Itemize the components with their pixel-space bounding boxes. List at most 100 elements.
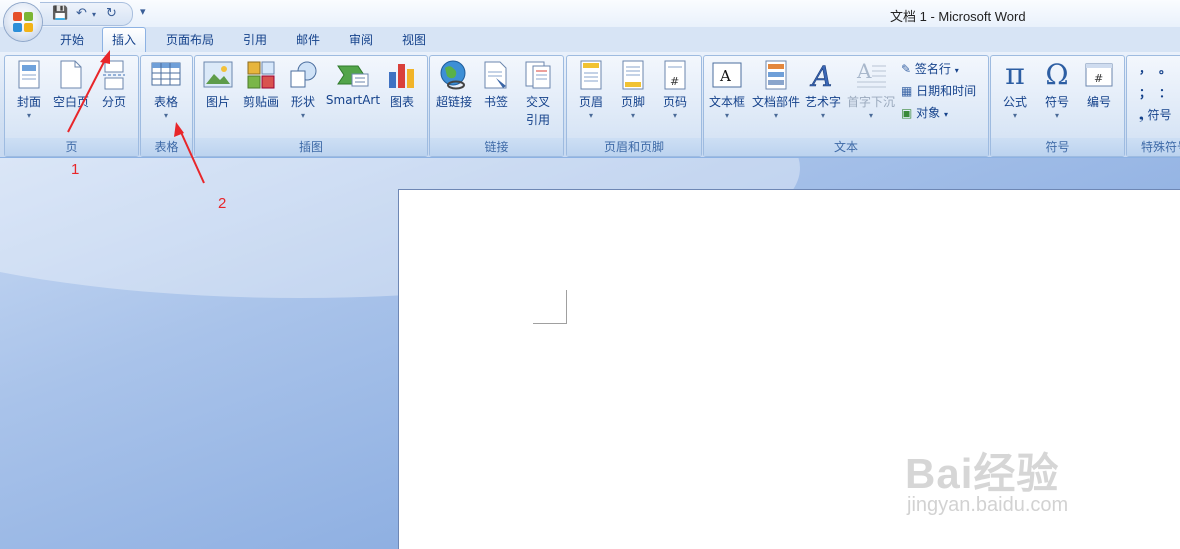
redo-icon[interactable]: ↻ (106, 6, 117, 21)
symbol-button[interactable]: Ω 符号 ▾ (1039, 58, 1075, 121)
tab-view[interactable]: 视图 (402, 31, 426, 48)
colon-symbol[interactable]: ： (1159, 84, 1171, 101)
quick-parts-icon (765, 60, 787, 90)
clip-art-button[interactable]: 剪贴画 (241, 60, 281, 110)
chevron-down-icon: ▾ (630, 111, 635, 120)
tab-page-layout[interactable]: 页面布局 (166, 31, 214, 48)
footer-button[interactable]: 页脚 ▾ (615, 60, 651, 120)
annotation-label-1: 1 (71, 161, 80, 178)
drop-cap-button[interactable]: A 首字下沉 ▾ (844, 60, 898, 120)
chart-button[interactable]: 图表 (385, 60, 419, 110)
office-logo-icon (13, 12, 33, 32)
group-label-symbols: 符号 (991, 138, 1124, 156)
svg-text:A: A (719, 67, 731, 85)
page-break-button[interactable]: 分页 (97, 60, 131, 110)
page-number-button[interactable]: # 页码 ▾ (657, 60, 693, 120)
smartart-button[interactable]: SmartArt (325, 60, 381, 107)
undo-icon[interactable]: ↶ (76, 6, 87, 21)
chevron-down-icon: ▾ (868, 111, 873, 120)
quick-access-toolbar: 💾 ↶ ▾ ↻ (40, 2, 133, 26)
margin-corner-mark (533, 323, 567, 324)
page-break-icon (103, 60, 125, 90)
cross-reference-icon (525, 61, 551, 89)
object-button[interactable]: ▣ 对象 ▾ (901, 104, 948, 121)
smartart-icon (337, 65, 369, 87)
group-label-illustrations: 插图 (195, 138, 427, 156)
chevron-down-icon: ▾ (944, 110, 949, 119)
clip-art-icon (247, 61, 275, 89)
svg-text:A: A (809, 60, 832, 90)
shapes-icon (290, 61, 317, 88)
omega-icon: Ω (1045, 58, 1069, 91)
ribbon: 封面 ▾ 空白页 分页 页 表格 ▾ 表格 图片 剪贴画 形状 ▾ SmartA… (0, 52, 1180, 158)
watermark-brand: Bai经验 (905, 450, 1060, 497)
title-bar: 💾 ↶ ▾ ↻ ▾ 文档 1 - Microsoft Word (0, 0, 1180, 27)
object-icon: ▣ (901, 106, 913, 120)
period-symbol[interactable]: 。 (1159, 60, 1171, 77)
page-number-icon: # (664, 60, 686, 90)
group-special-symbols: ， 。 ； ： ❟ 符号 特殊符号 (1126, 55, 1180, 157)
hyperlink-globe-icon (440, 60, 466, 90)
tab-insert[interactable]: 插入 (102, 27, 147, 53)
tab-mailings[interactable]: 邮件 (296, 31, 320, 48)
chevron-down-icon: ▾ (163, 111, 168, 120)
footer-icon (622, 60, 644, 90)
group-label-text: 文本 (704, 138, 988, 156)
table-button[interactable]: 表格 ▾ (147, 60, 185, 120)
chevron-down-icon: ▾ (820, 111, 825, 120)
chevron-down-icon: ▾ (588, 111, 593, 120)
numbering-button[interactable]: # 编号 (1081, 60, 1117, 110)
header-button[interactable]: 页眉 ▾ (573, 60, 609, 120)
group-table: 表格 ▾ 表格 (140, 55, 193, 157)
equation-button[interactable]: π 公式 ▾ (997, 57, 1033, 121)
save-icon[interactable]: 💾 (52, 6, 68, 21)
pi-icon: π (1005, 57, 1025, 92)
bookmark-icon (484, 61, 507, 89)
special-symbol-button[interactable]: ❟ 符号 (1139, 106, 1172, 123)
quick-parts-button[interactable]: 文档部件 ▾ (750, 60, 802, 120)
blank-page-button[interactable]: 空白页 (51, 60, 91, 110)
drop-cap-icon: A (856, 60, 886, 88)
header-icon (580, 60, 602, 90)
hyperlink-button[interactable]: 超链接 (434, 60, 474, 110)
cover-page-button[interactable]: 封面 ▾ (11, 60, 47, 120)
tab-review[interactable]: 审阅 (349, 31, 373, 48)
group-header-footer: 页眉 ▾ 页脚 ▾ # 页码 ▾ 页眉和页脚 (566, 55, 702, 157)
baidu-watermark: Bai经验 jingyan.baidu.com (905, 440, 1068, 516)
date-time-button[interactable]: ▦ 日期和时间 (901, 82, 976, 99)
cross-reference-button[interactable]: 交叉 引用 (519, 60, 557, 128)
tab-references[interactable]: 引用 (243, 31, 267, 48)
group-illustrations: 图片 剪贴画 形状 ▾ SmartArt 图表 插图 (194, 55, 428, 157)
shapes-button[interactable]: 形状 ▾ (287, 60, 319, 120)
group-text: A 文本框 ▾ 文档部件 ▾ A 艺术字 ▾ A 首字下沉 ▾ ✎ 签名行 ▾ … (703, 55, 989, 157)
text-box-button[interactable]: A 文本框 ▾ (706, 60, 748, 120)
comma-symbol[interactable]: ， (1139, 60, 1151, 77)
signature-line-button[interactable]: ✎ 签名行 ▾ (901, 60, 959, 77)
office-button[interactable] (4, 3, 42, 41)
chevron-down-icon: ▾ (672, 111, 677, 120)
signature-line-icon: ✎ (901, 62, 912, 76)
undo-dropdown-icon[interactable]: ▾ (92, 10, 96, 19)
group-symbols: π 公式 ▾ Ω 符号 ▾ # 编号 符号 (990, 55, 1125, 157)
chevron-down-icon: ▾ (773, 111, 778, 120)
picture-button[interactable]: 图片 (202, 60, 234, 110)
ribbon-tabs: 开始 插入 页面布局 引用 邮件 审阅 视图 (0, 27, 1180, 53)
semicolon-symbol[interactable]: ； (1139, 84, 1151, 101)
chevron-down-icon: ▾ (1054, 111, 1059, 120)
tab-home[interactable]: 开始 (60, 31, 84, 48)
svg-text:A: A (856, 60, 872, 83)
wordart-button[interactable]: A 艺术字 ▾ (804, 60, 842, 120)
blank-page-icon (60, 60, 82, 89)
chevron-down-icon: ▾ (954, 66, 959, 75)
chevron-down-icon: ▾ (26, 111, 31, 120)
cover-page-icon (18, 60, 40, 89)
window-title: 文档 1 - Microsoft Word (890, 9, 1026, 24)
group-label-links: 链接 (430, 138, 563, 156)
annotation-label-2: 2 (218, 195, 227, 212)
bullet-icon: ❟ (1139, 108, 1144, 122)
chevron-down-icon: ▾ (300, 111, 305, 120)
customize-qat-icon[interactable]: ▾ (140, 5, 146, 18)
group-label-table: 表格 (141, 138, 192, 156)
group-label-page: 页 (5, 138, 138, 156)
bookmark-button[interactable]: 书签 (480, 60, 512, 110)
